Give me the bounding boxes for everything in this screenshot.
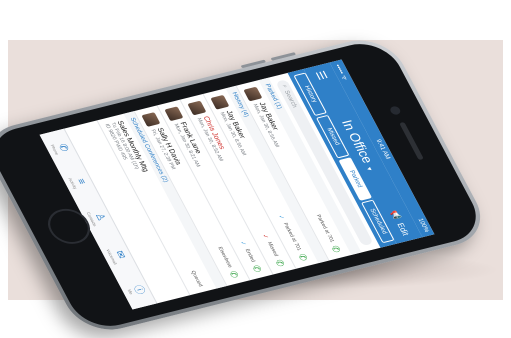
checkmark-icon: ✓: [238, 240, 248, 247]
megaphone-icon[interactable]: 📢: [389, 210, 403, 221]
search-icon: ⌕: [280, 84, 289, 89]
call-status: Missed: [265, 241, 280, 257]
avatar: [187, 100, 207, 116]
phone-handset-icon[interactable]: ✆: [250, 264, 265, 273]
tabbar-item-phone[interactable]: ✆ Phone: [50, 141, 71, 156]
edit-button[interactable]: Edit: [396, 222, 411, 236]
avatar: [164, 106, 184, 121]
tabbar-item-me[interactable]: ⓘ Me: [126, 284, 147, 297]
tabbar-item-activity[interactable]: ≡ Activity: [68, 175, 89, 189]
conference-status: Queued: [189, 270, 204, 288]
search-placeholder: Search: [283, 89, 299, 109]
earpiece-speaker: [399, 121, 424, 161]
call-status: Parked at 701: [281, 222, 303, 252]
phone-handset-icon[interactable]: ✆: [273, 258, 288, 267]
call-status: Parked at 701: [314, 213, 336, 243]
call-status: Ended: [243, 248, 257, 263]
hamburger-menu-icon[interactable]: ☰: [313, 69, 331, 82]
avatar: [210, 94, 230, 110]
call-status: Elsewhere: [216, 246, 234, 269]
chevron-down-icon: ▾: [364, 166, 373, 172]
front-camera-icon: [388, 105, 402, 116]
phone-handset-icon[interactable]: ✆: [227, 270, 242, 279]
checkmark-icon: ✓: [276, 214, 286, 221]
avatar: [141, 111, 161, 127]
tabbar-item-voicemail[interactable]: ✉ Voicemail: [106, 246, 129, 265]
nav-right-group: 📢 Edit: [389, 210, 411, 237]
phone-handset-icon[interactable]: ✆: [296, 253, 311, 262]
avatar: [243, 86, 263, 102]
phone-handset-icon[interactable]: ✆: [329, 244, 344, 253]
missed-call-icon: ✓: [261, 233, 270, 240]
